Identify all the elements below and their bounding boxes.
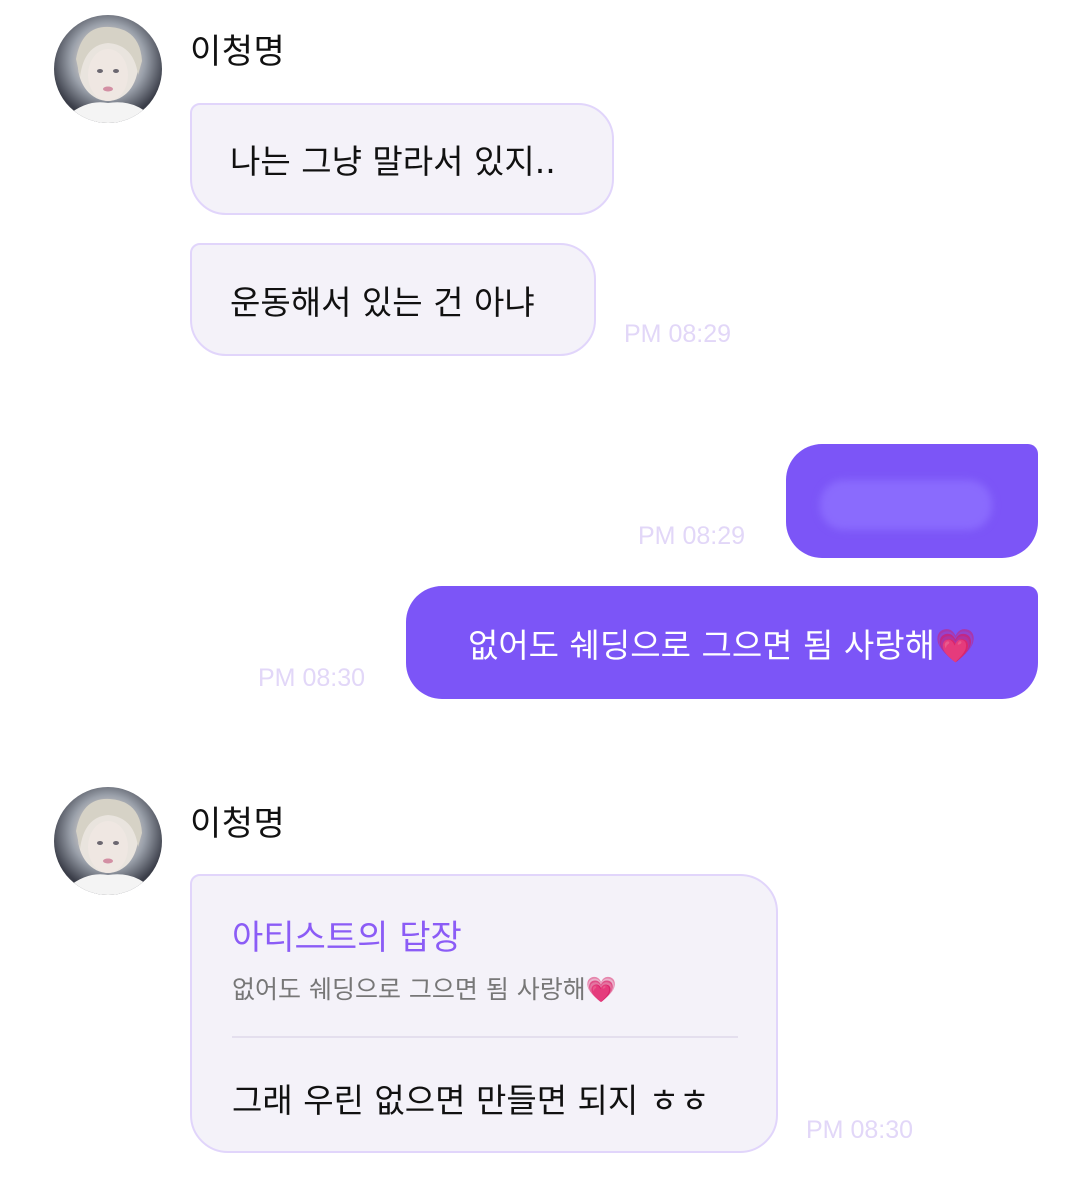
incoming-message[interactable]: 나는 그냥 말라서 있지.. — [190, 103, 614, 215]
message-timestamp: PM 08:30 — [258, 664, 366, 692]
redaction-blur — [820, 480, 992, 530]
reply-message-text: 그래 우린 없으면 만들면 되지 ㅎㅎ — [232, 1081, 710, 1120]
incoming-message[interactable]: 운동해서 있는 건 아냐 — [190, 243, 596, 356]
outgoing-message[interactable]: 없어도 쉐딩으로 그으면 됨 사랑해💗 — [406, 586, 1038, 699]
message-text: 나는 그냥 말라서 있지.. — [230, 142, 556, 181]
quoted-message: 없어도 쉐딩으로 그으면 됨 사랑해💗 — [232, 975, 617, 1004]
message-timestamp: PM 08:30 — [806, 1116, 914, 1144]
message-text: 없어도 쉐딩으로 그으면 됨 사랑해💗 — [467, 625, 977, 665]
message-text: 운동해서 있는 건 아냐 — [230, 282, 535, 322]
artist-avatar-image — [68, 798, 150, 895]
sender-name: 이청명 — [190, 804, 286, 844]
message-timestamp: PM 08:29 — [638, 522, 746, 550]
message-timestamp: PM 08:29 — [624, 320, 732, 348]
reply-header: 아티스트의 답장 — [232, 918, 462, 958]
artist-avatar[interactable] — [54, 787, 162, 895]
reply-divider — [232, 1036, 738, 1038]
sender-name: 이청명 — [190, 32, 286, 72]
chat-thread: 이청명 나는 그냥 말라서 있지.. 운동해서 있는 건 아냐 PM 08:29… — [0, 0, 1092, 1200]
artist-avatar[interactable] — [54, 15, 162, 123]
artist-avatar-image — [68, 26, 150, 123]
